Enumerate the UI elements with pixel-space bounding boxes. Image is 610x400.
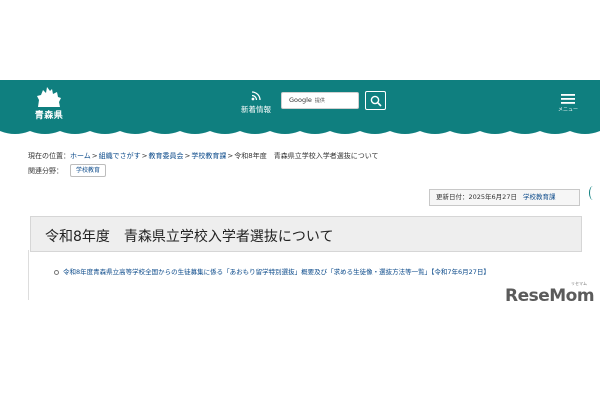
breadcrumb-item-board-of-education[interactable]: 教育委員会	[149, 152, 184, 160]
breadcrumb-separator: >	[227, 152, 234, 160]
page-title: 令和8年度 青森県立学校入学者選抜について	[45, 229, 334, 245]
logo-text: 青森県	[34, 111, 64, 121]
search-placeholder: 提供	[314, 98, 325, 104]
update-date-text: 更新日付：2025年6月27日	[436, 193, 517, 201]
document-link-text: 令和8年度青森県立高等学校全国からの生徒募集に係る「あおもり留学特別選抜」概要及…	[63, 268, 490, 276]
breadcrumb-separator: >	[141, 152, 148, 160]
update-date-box: 更新日付：2025年6月27日 学校教育課	[429, 189, 580, 206]
content-divider	[28, 250, 29, 300]
watermark-text: ReseMom	[505, 286, 595, 306]
breadcrumb-item-organization[interactable]: 組織でさがす	[99, 152, 141, 160]
related-field-tag[interactable]: 学校教育	[70, 164, 107, 177]
breadcrumb-prefix: 現在の位置：	[28, 152, 70, 160]
update-department-link[interactable]: 学校教育課	[523, 193, 556, 201]
news-label: 新着情報	[241, 105, 271, 114]
resemom-watermark: ReseMom リセマム	[505, 281, 601, 312]
breadcrumb: 現在の位置：ホーム>組織でさがす>教育委員会>学校教育課>令和8年度 青森県立学…	[28, 151, 379, 161]
page-edge-decoration	[589, 186, 597, 200]
prefecture-logo[interactable]: 青森県	[28, 86, 70, 121]
watermark-subtext: リセマム	[571, 281, 587, 286]
search-button[interactable]	[365, 91, 386, 110]
search-icon	[370, 95, 382, 107]
site-search-input[interactable]: Google 提供	[281, 92, 359, 109]
rss-feed-icon	[251, 91, 261, 101]
aomori-map-icon	[37, 87, 61, 107]
page-title-box: 令和8年度 青森県立学校入学者選抜について	[30, 216, 582, 252]
breadcrumb-item-school-education[interactable]: 学校教育課	[191, 152, 226, 160]
search-brand-label: Google	[289, 96, 312, 104]
breadcrumb-separator: >	[184, 152, 191, 160]
document-link[interactable]: 令和8年度青森県立高等学校全国からの生徒募集に係る「あおもり留学特別選抜」概要及…	[54, 266, 490, 276]
bullet-circle-icon	[54, 269, 59, 275]
menu-label: メニュー	[557, 107, 578, 113]
breadcrumb-item-current: 令和8年度 青森県立学校入学者選抜について	[234, 152, 379, 160]
breadcrumb-separator: >	[91, 152, 98, 160]
breadcrumb-item-home[interactable]: ホーム	[70, 152, 91, 160]
news-link[interactable]: 新着情報	[238, 89, 274, 115]
menu-button[interactable]: メニュー	[555, 92, 581, 114]
header-wave-border	[0, 129, 600, 134]
hamburger-menu-icon	[561, 94, 575, 104]
related-field-label: 関連分野：	[28, 167, 63, 175]
